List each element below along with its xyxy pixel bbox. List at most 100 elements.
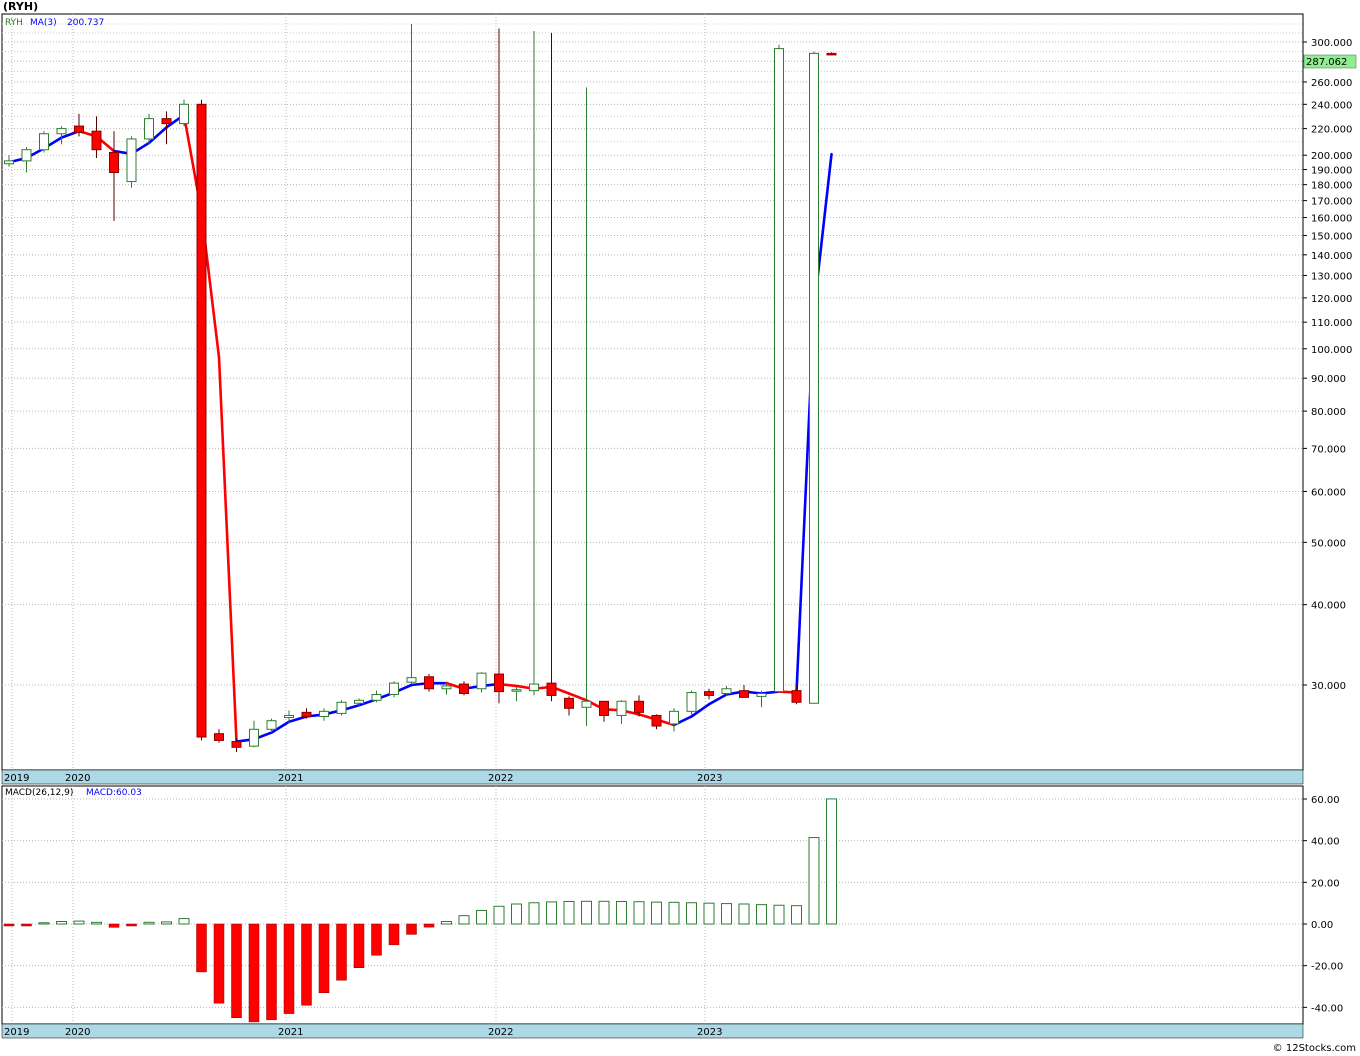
macd-bar-positive — [493, 905, 505, 925]
candle-body-up — [284, 714, 294, 719]
macd-bar-negative — [406, 923, 417, 935]
macd-tick-label: -20.00 — [1311, 962, 1343, 973]
candle-body-down — [564, 697, 574, 709]
candle-body-up — [266, 720, 277, 730]
x-tick-label: 2021 — [278, 1027, 303, 1038]
candle-body-up — [669, 710, 679, 725]
x-tick-label: 2020 — [65, 773, 90, 784]
macd-bar-negative — [318, 923, 330, 993]
macd-bar-positive — [791, 905, 802, 925]
candle-body-up — [809, 52, 819, 704]
macd-bar-negative — [301, 923, 312, 1006]
candle-body-down — [599, 700, 609, 716]
candle-body-up — [476, 672, 487, 690]
macd-bar-positive — [651, 901, 662, 925]
candle-body-up — [756, 693, 767, 697]
candle-body-up — [529, 683, 539, 692]
macd-bar-positive — [756, 904, 767, 925]
price-tick-label: 180.000 — [1311, 181, 1352, 192]
macd-bar-negative — [371, 923, 382, 956]
candle-body-up — [249, 728, 259, 747]
price-tick-label: 70.000 — [1311, 444, 1346, 455]
macd-bar-positive — [511, 903, 522, 925]
macd-bar-positive — [91, 921, 102, 925]
x-tick-label: 2023 — [697, 1027, 722, 1038]
macd-bar-positive — [668, 901, 680, 925]
price-tick-label: 140.000 — [1311, 251, 1352, 262]
candle-body-down — [494, 673, 504, 693]
macd-bar-negative — [126, 923, 137, 927]
price-tick-label: 300.000 — [1311, 38, 1352, 49]
price-tick-label: 130.000 — [1311, 272, 1352, 283]
price-tick-label: 50.000 — [1311, 538, 1346, 549]
candle-body-up — [441, 685, 452, 690]
candle-body-down — [214, 733, 224, 741]
date-band-top — [1, 769, 1304, 785]
macd-bar-negative — [336, 923, 347, 981]
candle-body-up — [4, 160, 14, 165]
candle-body-up — [21, 149, 32, 162]
candle-body-up — [179, 103, 189, 125]
candle-body-down — [231, 741, 242, 748]
macd-bar-positive — [38, 922, 50, 925]
price-tick-label: 260.000 — [1311, 78, 1352, 89]
price-tick-label: 80.000 — [1311, 407, 1346, 418]
legend-ma-label: MA(3) — [30, 18, 57, 28]
candle-body-down — [651, 714, 662, 727]
candle-body-up — [144, 118, 154, 140]
price-tick-label: 100.000 — [1311, 345, 1352, 356]
candle-body-up — [39, 133, 49, 151]
candle-body-down — [459, 683, 469, 695]
candle-body-up — [774, 48, 784, 693]
candle-body-up — [126, 138, 137, 183]
macd-bar-positive — [563, 901, 575, 925]
candle-body-down — [424, 676, 434, 690]
price-tick-label: 90.000 — [1311, 374, 1346, 385]
price-tick-label: 200.000 — [1311, 151, 1352, 162]
candle-body-down — [826, 52, 837, 56]
date-band-bottom — [1, 1023, 1304, 1039]
candle-body-down — [634, 700, 644, 713]
legend-macd-value: MACD:60.03 — [86, 788, 142, 798]
macd-bar-positive — [161, 921, 172, 925]
candle-body-down — [739, 690, 749, 698]
candle-body-down — [791, 690, 802, 703]
x-tick-label: 2020 — [65, 1027, 90, 1038]
macd-bar-negative — [108, 923, 120, 928]
price-tick-label: 30.000 — [1311, 681, 1346, 692]
price-tick-label: 240.000 — [1311, 100, 1352, 111]
candle-body-up — [406, 677, 417, 683]
macd-bar-negative — [266, 923, 277, 1021]
macd-bar-negative — [248, 923, 260, 1023]
macd-bar-positive — [598, 900, 610, 925]
candle-body-down — [704, 691, 714, 696]
macd-bar-negative — [196, 923, 207, 973]
macd-tick-label: 40.00 — [1311, 837, 1340, 848]
macd-bar-positive — [808, 837, 820, 925]
macd-bar-positive — [441, 921, 452, 925]
macd-tick-label: -40.00 — [1311, 1003, 1343, 1014]
price-tick-label: 110.000 — [1311, 318, 1352, 329]
macd-bar-positive — [143, 921, 155, 925]
chart-title: (RYH) — [3, 0, 38, 13]
macd-bar-positive — [721, 903, 732, 925]
macd-bar-positive — [546, 901, 557, 925]
x-tick-label: 2019 — [4, 773, 29, 784]
macd-bar-positive — [528, 902, 540, 925]
candle-body-down — [196, 103, 207, 738]
macd-bar-positive — [633, 901, 645, 925]
legend-symbol: RYH — [5, 18, 23, 28]
macd-bar-positive — [581, 900, 592, 925]
candle-body-up — [371, 693, 382, 701]
candle-body-up — [56, 128, 67, 135]
candle-body-down — [546, 682, 557, 696]
stock-chart: 300.000280.000260.000240.000220.000200.0… — [1, 0, 1357, 1054]
legend-ma-value: 200.737 — [67, 18, 104, 28]
price-tick-label: 40.000 — [1311, 601, 1346, 612]
macd-bar-positive — [616, 901, 627, 925]
macd-tick-label: 20.00 — [1311, 878, 1340, 889]
x-tick-label: 2023 — [697, 773, 722, 784]
candle-body-down — [91, 130, 102, 151]
price-tick-label: 220.000 — [1311, 125, 1352, 136]
macd-bar-positive — [476, 909, 487, 925]
